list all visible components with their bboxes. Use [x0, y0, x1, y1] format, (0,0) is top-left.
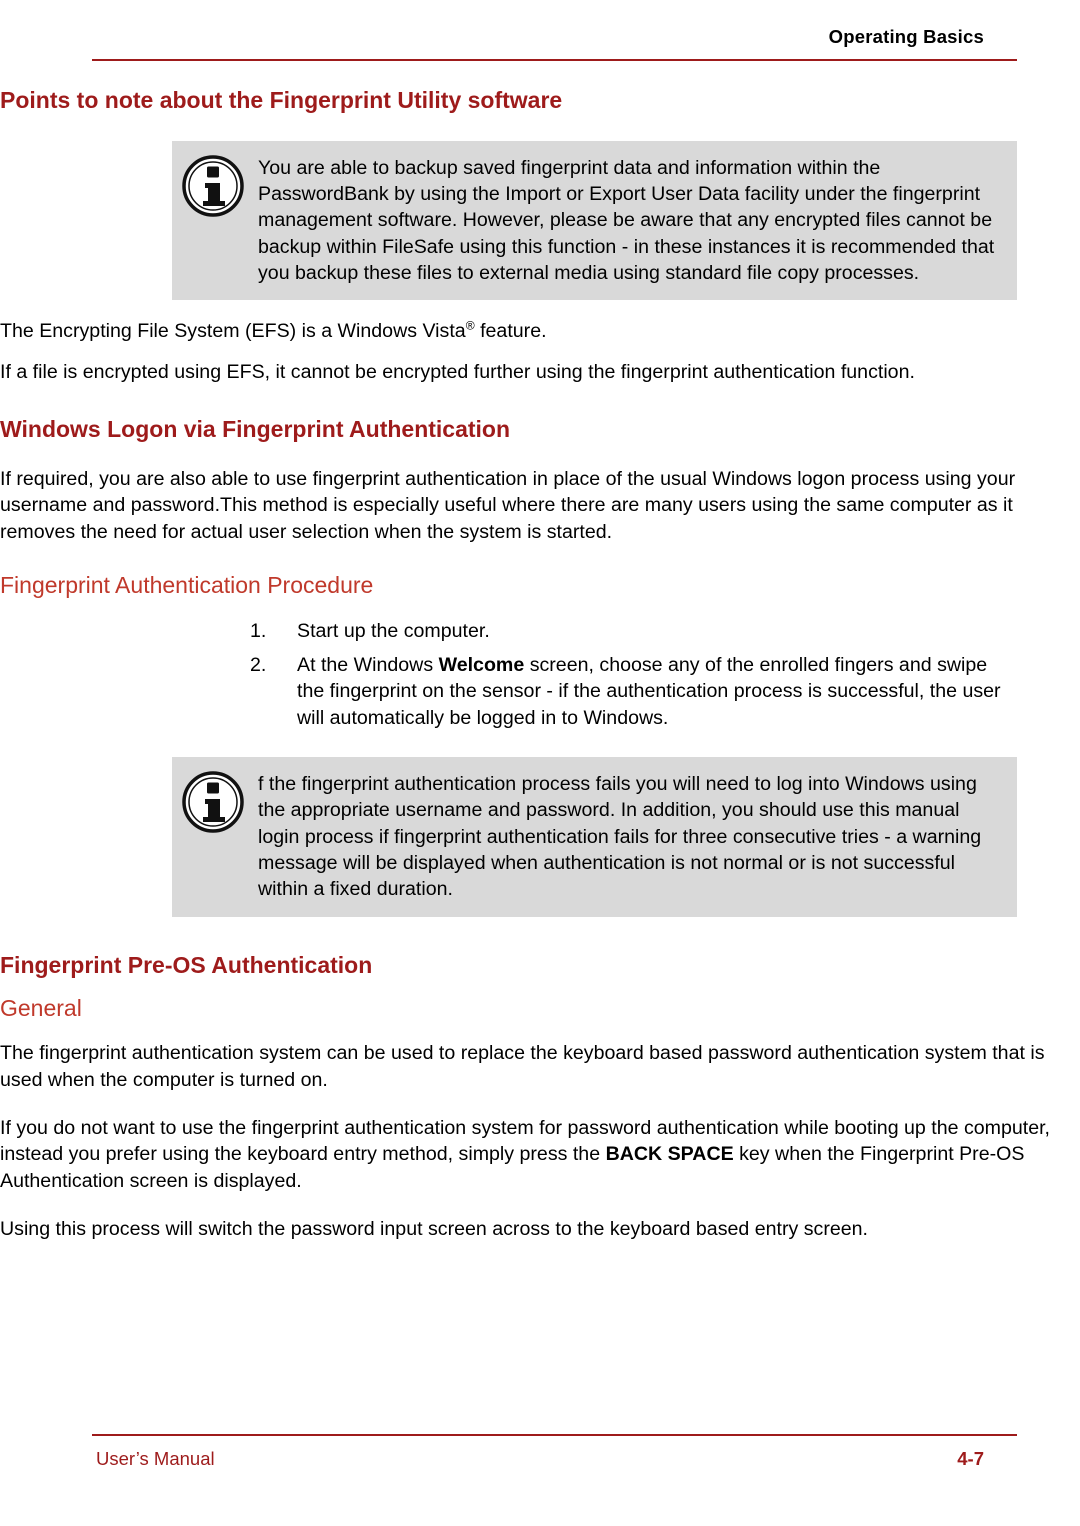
note-text: You are able to backup saved fingerprint…: [258, 156, 995, 285]
list-item-text-a: Start up the computer.: [297, 619, 490, 642]
registered-mark: ®: [465, 318, 475, 333]
heading-points-to-note: Points to note about the Fingerprint Uti…: [0, 87, 563, 113]
paragraph-efs-feature: The Encrypting File System (EFS) is a Wi…: [0, 318, 1080, 344]
note-text: f the fingerprint authentication process…: [258, 773, 982, 901]
footer-manual-label: User’s Manual: [96, 1448, 215, 1469]
heading-windows-logon: Windows Logon via Fingerprint Authentica…: [0, 416, 511, 443]
manual-page: Operating Basics Points to note about th…: [0, 0, 1080, 1526]
paragraph-general-2: If you do not want to use the fingerprin…: [0, 1115, 1080, 1194]
list-item-number: 2.: [250, 654, 267, 677]
list-item: 1. Start up the computer.: [250, 618, 1017, 644]
info-icon: [182, 771, 244, 833]
list-item: 2. At the Windows Welcome screen, choose …: [250, 652, 1017, 731]
paragraph-efs-encrypt: If a file is encrypted using EFS, it can…: [0, 360, 915, 383]
heading-general: General: [0, 994, 82, 1021]
page-header-label: Operating Basics: [828, 26, 984, 47]
heading-authentication-procedure: Fingerprint Authentication Procedure: [0, 571, 374, 598]
list-item-number: 1.: [250, 619, 267, 642]
footer-divider: [92, 1434, 1017, 1436]
efs-text-b: feature.: [474, 320, 547, 343]
footer-page-number: 4-7: [957, 1448, 984, 1469]
note-box-fingerprint-utility: You are able to backup saved fingerprint…: [172, 140, 1017, 301]
list-item-bold: Welcome: [438, 654, 525, 677]
header-divider: [92, 59, 1017, 61]
page-content: Points to note about the Fingerprint Uti…: [0, 86, 1080, 1242]
list-item-text-a: At the Windows: [297, 654, 439, 677]
heading-preos-authentication: Fingerprint Pre-OS Authentication: [0, 951, 373, 978]
info-icon: [182, 155, 244, 217]
paragraph-windows-logon: If required, you are also able to use fi…: [0, 467, 1016, 543]
paragraph-general-3: Using this process will switch the passw…: [0, 1218, 868, 1240]
general2-bold: BACK SPACE: [605, 1143, 734, 1166]
procedure-list: 1. Start up the computer. 2. At the Window…: [0, 618, 1080, 731]
note-box-authentication-fails: f the fingerprint authentication process…: [172, 757, 1017, 917]
paragraph-general-1: The fingerprint authentication system ca…: [0, 1042, 1045, 1091]
efs-text-a: The Encrypting File System (EFS) is a Wi…: [0, 320, 466, 343]
